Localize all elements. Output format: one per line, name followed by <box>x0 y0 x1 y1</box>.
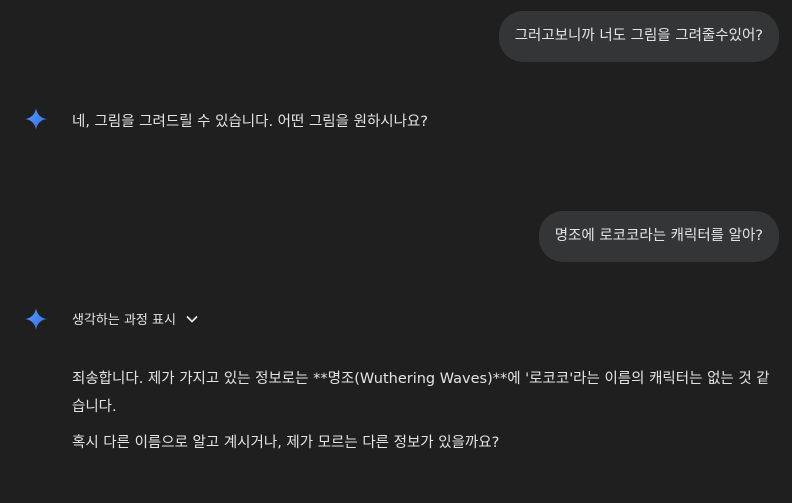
user-message: 그러고보니까 너도 그림을 그려줄수있어? <box>498 11 779 62</box>
gemini-sparkle-icon <box>25 308 47 330</box>
chevron-down-icon <box>186 315 198 322</box>
show-thinking-label: 생각하는 과정 표시 <box>72 313 176 328</box>
chat-container: 그러고보니까 너도 그림을 그려줄수있어? 네, 그림을 그려드릴 수 있습니다… <box>0 0 792 503</box>
model-message-paragraph: 혹시 다른 이름으로 알고 계시거나, 제가 모르는 다른 정보가 있을까요? <box>72 435 500 451</box>
model-message: 죄송합니다. 제가 가지고 있는 정보로는 **명조(Wuthering Wav… <box>72 365 772 457</box>
show-thinking-toggle[interactable]: 생각하는 과정 표시 <box>72 309 200 328</box>
model-message-paragraph: 죄송합니다. 제가 가지고 있는 정보로는 **명조(Wuthering Wav… <box>72 371 770 415</box>
user-message: 명조에 로코코라는 캐릭터를 알아? <box>538 211 779 262</box>
gemini-sparkle-icon <box>25 108 47 130</box>
model-message: 네, 그림을 그려드릴 수 있습니다. 어떤 그림을 원하시나요? <box>72 114 428 130</box>
